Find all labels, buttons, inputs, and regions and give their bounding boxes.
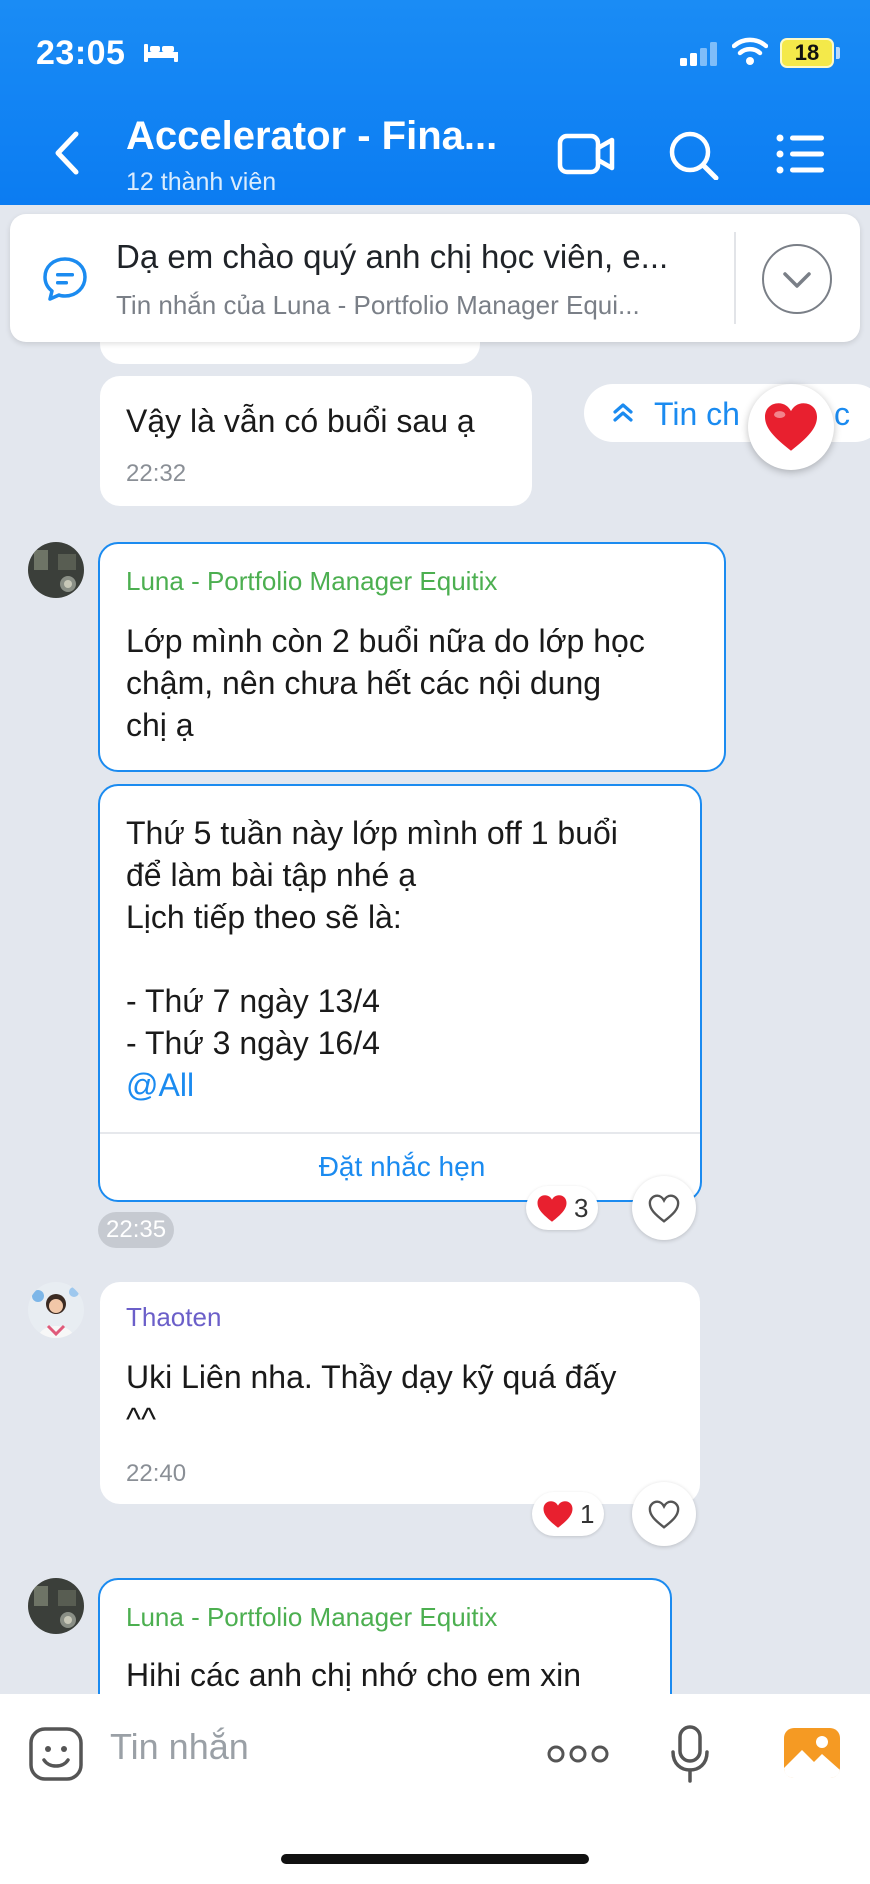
back-icon[interactable] (48, 128, 88, 178)
heart-outline-icon (648, 1500, 680, 1529)
avatar-image (28, 1282, 84, 1338)
message-time: 22:32 (126, 460, 187, 487)
sender-name: Luna - Portfolio Manager Equitix (126, 566, 498, 596)
chevron-down-icon (782, 271, 811, 288)
reaction-count: 1 (580, 1498, 595, 1529)
reaction-summary[interactable]: 3 (526, 1186, 599, 1230)
heart-icon (765, 403, 817, 451)
pinned-title: Dạ em chào quý anh chị học viên, e... (116, 238, 669, 275)
avatar-image (28, 542, 84, 598)
avatar[interactable] (28, 1578, 84, 1634)
message-time-badge: 22:35 (98, 1212, 175, 1248)
message-bubble[interactable]: Thứ 5 tuần này lớp mình off 1 buổi để là… (98, 784, 702, 1202)
chat-header: 23:05 18 Accelerator - Fina... 12 thành … (0, 0, 870, 205)
new-messages-label-tail: c (834, 396, 850, 432)
message-input[interactable]: Tin nhắn (110, 1726, 249, 1768)
chat-bubble-icon (43, 257, 87, 301)
message-input-bar: Tin nhắn (0, 1694, 870, 1884)
message-text: Thứ 5 tuần này lớp mình off 1 buổi để là… (126, 815, 618, 1061)
new-messages-label: Tin ch (654, 396, 740, 432)
video-call-icon[interactable] (556, 128, 616, 180)
heart-icon (537, 1194, 567, 1222)
wifi-icon (732, 37, 768, 65)
chat-title[interactable]: Accelerator - Fina... (126, 114, 497, 159)
message-text: Lớp mình còn 2 buổi nữa do lớp học chậm,… (126, 623, 645, 743)
battery-indicator: 18 (780, 38, 834, 68)
heart-outline-icon (648, 1194, 680, 1223)
avatar[interactable] (28, 1282, 84, 1338)
pinned-subtitle: Tin nhắn của Luna - Portfolio Manager Eq… (116, 290, 640, 320)
cellular-signal-icon (680, 42, 717, 66)
sender-name: Luna - Portfolio Manager Equitix (126, 1602, 498, 1632)
battery-nub (836, 47, 840, 59)
microphone-icon[interactable] (668, 1724, 712, 1784)
sleep-focus-icon (144, 44, 178, 62)
double-chevron-up-icon (613, 403, 633, 422)
react-button[interactable] (632, 1482, 696, 1546)
floating-heart-reaction[interactable] (748, 384, 834, 470)
message-bubble[interactable]: Thaoten Uki Liên nha. Thầy dạy kỹ quá đấ… (100, 1282, 700, 1504)
set-reminder-button[interactable]: Đặt nhắc hẹn (100, 1134, 700, 1200)
avatar[interactable] (28, 542, 84, 598)
message-text: Hihi các anh chị nhớ cho em xin (126, 1657, 581, 1693)
avatar-image (28, 1578, 84, 1634)
reaction-summary[interactable]: 1 (532, 1492, 605, 1536)
home-indicator (281, 1854, 589, 1864)
search-icon[interactable] (664, 128, 724, 180)
status-time: 23:05 (36, 34, 126, 72)
reaction-count: 3 (574, 1192, 589, 1223)
message-text: Vậy là vẫn có buổi sau ạ (126, 403, 475, 439)
expand-pinned-button[interactable] (762, 244, 832, 314)
message-text: Uki Liên nha. Thầy dạy kỹ quá đấy ^^ (126, 1359, 617, 1437)
member-count[interactable]: 12 thành viên (126, 168, 276, 197)
heart-icon (543, 1500, 573, 1528)
sender-name: Thaoten (126, 1302, 222, 1332)
mention-all[interactable]: @All (126, 1064, 194, 1106)
pinned-message-banner[interactable]: Dạ em chào quý anh chị học viên, e... Ti… (10, 214, 860, 342)
message-bubble[interactable]: Vậy là vẫn có buổi sau ạ 22:32 (100, 376, 532, 506)
message-time: 22:40 (126, 1460, 187, 1487)
menu-list-icon[interactable] (770, 128, 830, 180)
pinned-divider (734, 232, 736, 324)
sticker-icon[interactable] (26, 1724, 86, 1784)
more-icon[interactable] (546, 1742, 610, 1766)
react-button[interactable] (632, 1176, 696, 1240)
image-icon[interactable] (782, 1726, 842, 1780)
message-bubble[interactable]: Luna - Portfolio Manager Equitix Lớp mìn… (98, 542, 726, 772)
